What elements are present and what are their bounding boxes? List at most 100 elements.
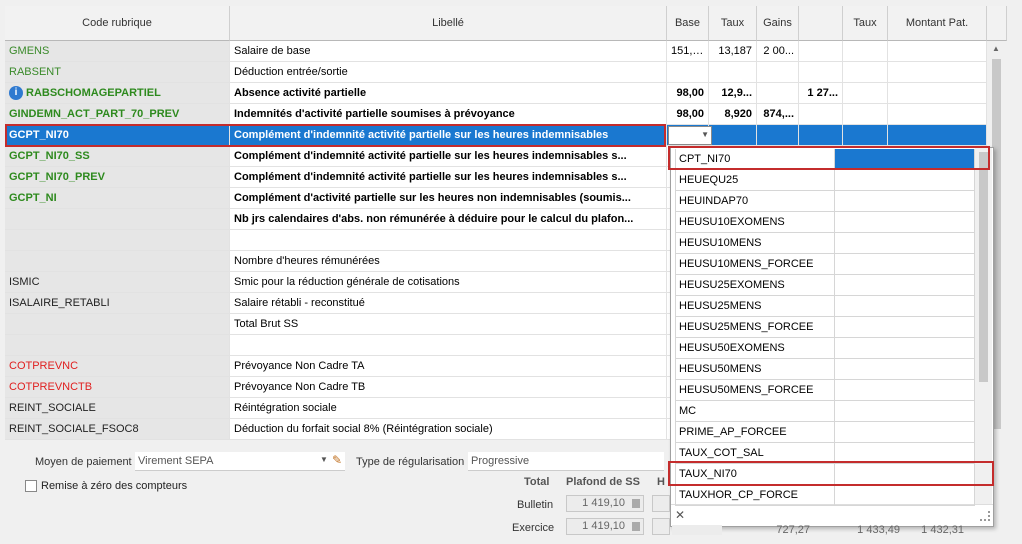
cell-gains[interactable]: 874,... [757, 104, 799, 124]
dropdown-item[interactable]: HEUINDAP70 [675, 191, 835, 212]
dropdown-item-desc[interactable] [835, 296, 975, 317]
cell-libelle[interactable]: Complément d'indemnité activité partiell… [230, 146, 667, 166]
col-header-libelle[interactable]: Libellé [230, 6, 667, 41]
dropdown-item[interactable]: HEUSU10MENS_FORCEE [675, 254, 835, 275]
dropdown-item-desc[interactable] [835, 170, 975, 191]
cell-code[interactable] [5, 251, 230, 271]
table-row[interactable]: GMENS Salaire de base 151,67 13,187 2 00... [5, 41, 987, 62]
cell-code[interactable]: GCPT_NI70 [5, 125, 230, 145]
dropdown-item-desc[interactable] [835, 338, 975, 359]
dropdown-scrollbar-thumb[interactable] [979, 152, 988, 382]
cell-ret[interactable] [799, 62, 843, 82]
cell-ret[interactable] [799, 125, 843, 145]
dropdown-item[interactable]: HEUSU50MENS [675, 359, 835, 380]
dropdown-item-desc[interactable] [835, 149, 975, 170]
cell-base[interactable]: 151,67 [667, 41, 709, 61]
cell-libelle[interactable]: Salaire de base [230, 41, 667, 61]
cell-taux-pat[interactable] [843, 41, 888, 61]
dropdown-item[interactable]: HEUSU50MENS_FORCEE [675, 380, 835, 401]
cell-gains[interactable] [757, 83, 799, 103]
table-row[interactable]: GCPT_NI70 Complément d'indemnité activité… [5, 125, 987, 146]
col-header-retenues[interactable] [799, 6, 843, 41]
calculator-icon[interactable] [632, 522, 640, 531]
cell-libelle[interactable]: Complément d'indemnité activité partiell… [230, 125, 667, 145]
dropdown-item-desc[interactable] [835, 401, 975, 422]
dropdown-item-desc[interactable] [835, 359, 975, 380]
close-icon[interactable]: ✕ [675, 508, 685, 522]
cell-code[interactable] [5, 314, 230, 334]
chevron-down-icon[interactable]: ▼ [701, 130, 709, 139]
cell-montant-pat[interactable] [888, 41, 987, 61]
cell-code[interactable]: ISALAIRE_RETABLI [5, 293, 230, 313]
calculator-icon[interactable] [632, 499, 640, 508]
cell-montant-pat[interactable] [888, 104, 987, 124]
remise-checkbox[interactable] [25, 480, 37, 492]
col-header-base[interactable]: Base [667, 6, 709, 41]
cell-montant-pat[interactable] [888, 125, 987, 145]
dropdown-item[interactable]: MC [675, 401, 835, 422]
cell-taux[interactable]: 8,920 [709, 104, 757, 124]
cell-libelle[interactable] [230, 335, 667, 355]
cell-gains[interactable] [757, 62, 799, 82]
cell-libelle[interactable]: Déduction entrée/sortie [230, 62, 667, 82]
dropdown-item[interactable]: HEUSU50EXOMENS [675, 338, 835, 359]
dropdown-item[interactable]: HEUEQU25 [675, 170, 835, 191]
dropdown-item-desc[interactable] [835, 443, 975, 464]
col-header-taux-pat[interactable]: Taux [843, 6, 888, 41]
col-header-code[interactable]: Code rubrique [5, 6, 230, 41]
cell-libelle[interactable]: Salaire rétabli - reconstitué [230, 293, 667, 313]
dropdown-item[interactable]: TAUX_NI70 [675, 464, 835, 485]
dropdown-item-desc[interactable] [835, 191, 975, 212]
chevron-down-icon[interactable]: ▼ [320, 455, 328, 464]
dropdown-item-desc[interactable] [835, 317, 975, 338]
cell-code[interactable]: REINT_SOCIALE_FSOC8 [5, 419, 230, 439]
scroll-up-icon[interactable]: ▲ [992, 44, 1000, 53]
cell-taux-pat[interactable] [843, 62, 888, 82]
dropdown-item[interactable]: HEUSU10MENS [675, 233, 835, 254]
cell-code[interactable]: REINT_SOCIALE [5, 398, 230, 418]
type-regul-select[interactable]: Progressive [468, 452, 664, 471]
dropdown-item-desc[interactable] [835, 233, 975, 254]
cell-code[interactable] [5, 335, 230, 355]
cell-libelle[interactable]: Complément d'activité partielle sur les … [230, 188, 667, 208]
cell-code[interactable]: GMENS [5, 41, 230, 61]
dropdown-item-desc[interactable] [835, 380, 975, 401]
edit-pencil-icon[interactable]: ✎ [332, 453, 342, 467]
cell-code[interactable] [5, 230, 230, 250]
col-header-gains[interactable]: Gains [757, 6, 799, 41]
dropdown-item[interactable]: HEUSU25EXOMENS [675, 275, 835, 296]
table-row[interactable]: i RABSCHOMAGEPARTIEL Absence activité part… [5, 83, 987, 104]
cell-gains[interactable]: 2 00... [757, 41, 799, 61]
cell-code[interactable]: i RABSCHOMAGEPARTIEL [5, 83, 230, 103]
dropdown-item-desc[interactable] [835, 464, 975, 485]
info-icon[interactable]: i [9, 86, 23, 101]
cell-taux-pat[interactable] [843, 83, 888, 103]
cell-libelle[interactable]: Nombre d'heures rémunérées [230, 251, 667, 271]
cell-base[interactable] [667, 62, 709, 82]
table-row[interactable]: RABSENT Déduction entrée/sortie [5, 62, 987, 83]
cell-libelle[interactable]: Complément d'indemnité activité partiell… [230, 167, 667, 187]
resize-grip-icon[interactable] [980, 511, 990, 521]
cell-taux[interactable] [709, 62, 757, 82]
cell-montant-pat[interactable] [888, 83, 987, 103]
cell-libelle[interactable]: Smic pour la réduction générale de cotis… [230, 272, 667, 292]
cell-libelle[interactable]: Réintégration sociale [230, 398, 667, 418]
cell-libelle[interactable] [230, 230, 667, 250]
cell-code[interactable]: GINDEMN_ACT_PART_70_PREV [5, 104, 230, 124]
moyen-paiement-select[interactable]: Virement SEPA ▼ ✎ [135, 452, 345, 471]
dropdown-item[interactable]: TAUX_COT_SAL [675, 443, 835, 464]
dropdown-item[interactable]: HEUSU10EXOMENS [675, 212, 835, 233]
dropdown-item-desc[interactable] [835, 422, 975, 443]
cell-code[interactable] [5, 209, 230, 229]
cell-code[interactable]: GCPT_NI70_SS [5, 146, 230, 166]
dropdown-item[interactable]: TAUXHOR_CP_FORCE [675, 485, 835, 506]
col-header-montant-pat[interactable]: Montant Pat. [888, 6, 987, 41]
cell-ret[interactable] [799, 41, 843, 61]
cell-taux[interactable]: 13,187 [709, 41, 757, 61]
cell-libelle[interactable]: Indemnités d'activité partielle soumises… [230, 104, 667, 124]
cell-libelle[interactable]: Total Brut SS [230, 314, 667, 334]
cell-code[interactable]: COTPREVNC [5, 356, 230, 376]
dropdown-scrollbar[interactable] [975, 148, 992, 504]
dropdown-item[interactable]: CPT_NI70 [675, 149, 835, 170]
cell-libelle[interactable]: Nb jrs calendaires d'abs. non rémunérée … [230, 209, 667, 229]
